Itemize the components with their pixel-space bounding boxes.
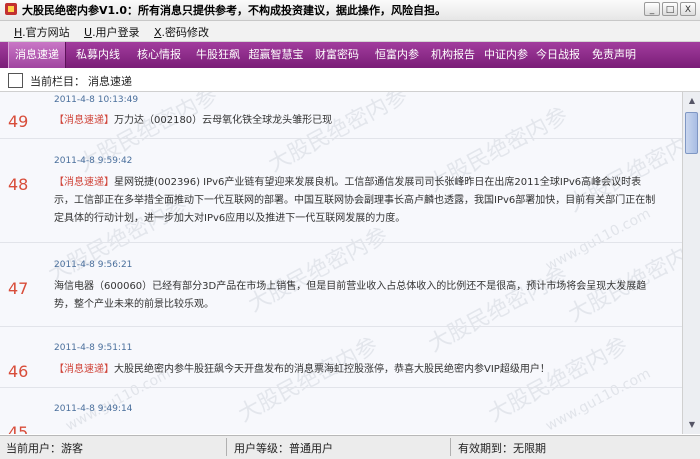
location-value: 消息速递 — [88, 75, 132, 88]
nav-tab-institution-report[interactable]: 机构报告 — [426, 42, 480, 68]
news-date: 2011-4-8 10:13:49 — [54, 95, 139, 105]
window-title: 大股民绝密内参V1.0：所有消息只提供参考，不构成投资建议，据此操作，风险自担。 — [22, 4, 446, 17]
news-text: 星网锐捷(002396) IPv6产业链有望迎来发展良机。工信部通信发展司司长张… — [54, 177, 656, 224]
expiry-value: 无限期 — [513, 442, 546, 455]
nav-tab-private-fund[interactable]: 私募内线 — [70, 42, 126, 68]
news-date: 2011-4-8 9:56:21 — [54, 260, 133, 270]
minimize-button[interactable]: _ — [644, 2, 660, 16]
news-body: 海信电器（600060）已经有部分3D产品在市场上销售，但是目前营业收入占总体收… — [54, 278, 660, 314]
menu-label: .用户登录 — [92, 26, 140, 39]
location-label: 当前栏目： — [30, 75, 85, 88]
news-number: 47 — [8, 279, 29, 298]
user-level-label: 用户等级： — [234, 442, 289, 455]
news-date: 2011-4-8 9:51:11 — [54, 343, 133, 353]
news-number: 45 — [8, 423, 29, 434]
news-body: 【消息速递】大股民绝密内参牛股狂飙今天开盘发布的消息票海虹控股涨停，恭喜大股民绝… — [54, 361, 660, 379]
news-tag: 【消息速递】 — [54, 364, 114, 375]
separator — [0, 326, 682, 327]
current-user-value: 游客 — [61, 442, 83, 455]
app-icon — [5, 3, 17, 15]
nav-tab-core-intel[interactable]: 核心情报 — [130, 42, 188, 68]
status-divider — [226, 438, 227, 456]
separator — [0, 138, 682, 139]
news-date: 2011-4-8 9:59:42 — [54, 156, 133, 166]
news-text: 大股民绝密内参牛股狂飙今天开盘发布的消息票海虹控股涨停，恭喜大股民绝密内参VIP… — [114, 364, 550, 375]
separator — [0, 387, 682, 388]
nav-tab-bull-stocks[interactable]: 牛股狂飙 — [190, 42, 246, 68]
news-number: 49 — [8, 112, 29, 131]
vertical-scrollbar[interactable]: ▲ ▼ — [682, 92, 700, 434]
menu-official-site[interactable]: H.官方网站 — [14, 24, 70, 40]
news-text: 万力达（002180）云母氧化铁全球龙头雏形已现 — [114, 115, 333, 126]
menu-change-password[interactable]: X.密码修改 — [154, 24, 209, 40]
nav-tab-wealth-code[interactable]: 财富密码 — [310, 42, 364, 68]
expiry-date: 有效期到：无限期 — [458, 440, 546, 456]
nav-tab-news-express[interactable]: 消息速递 — [8, 42, 66, 68]
nav-bar: 消息速递 私募内线 核心情报 牛股狂飙 超赢智慧宝 财富密码 恒富内参 机构报告… — [0, 42, 700, 68]
separator — [0, 242, 682, 243]
expiry-label: 有效期到： — [458, 442, 513, 455]
menu-label: .官方网站 — [22, 26, 70, 39]
menu-key: U — [84, 26, 93, 39]
news-number: 46 — [8, 362, 29, 381]
nav-tab-daily-report[interactable]: 今日战报 — [530, 42, 586, 68]
scroll-thumb[interactable] — [685, 112, 698, 154]
news-body: 【消息速递】星网锐捷(002396) IPv6产业链有望迎来发展良机。工信部通信… — [54, 174, 660, 228]
scroll-up-arrow-icon[interactable]: ▲ — [685, 94, 699, 108]
nav-tab-hengfu[interactable]: 恒富内参 — [370, 42, 424, 68]
title-bar: 大股民绝密内参V1.0：所有消息只提供参考，不构成投资建议，据此操作，风险自担。… — [0, 0, 700, 21]
current-user-label: 当前用户： — [6, 442, 61, 455]
close-button[interactable]: X — [680, 2, 696, 16]
nav-tab-super-wisdom[interactable]: 超赢智慧宝 — [246, 42, 306, 68]
menu-key: X — [154, 26, 162, 39]
news-list: 大股民绝密内参 大股民绝密内参 大股民绝密内参 大股民绝密内参 大股民绝密内参 … — [0, 92, 682, 434]
menu-label: .密码修改 — [161, 26, 210, 39]
column-checkbox[interactable] — [8, 73, 23, 88]
user-level: 用户等级：普通用户 — [234, 440, 333, 456]
watermark-text: 大股民绝密内参 — [264, 92, 413, 178]
status-divider — [450, 438, 451, 456]
location-bar: 当前栏目： 消息速递 — [0, 69, 700, 92]
news-tag: 【消息速递】 — [54, 177, 114, 188]
news-date: 2011-4-8 9:49:14 — [54, 404, 133, 414]
menu-key: H — [14, 26, 23, 39]
nav-tab-csi-reference[interactable]: 中证内参 — [478, 42, 534, 68]
scroll-down-arrow-icon[interactable]: ▼ — [685, 418, 699, 432]
news-tag: 【消息速递】 — [54, 115, 114, 126]
news-body: 【消息速递】万力达（002180）云母氧化铁全球龙头雏形已现 — [54, 112, 660, 130]
news-number: 48 — [8, 175, 29, 194]
user-level-value: 普通用户 — [289, 442, 333, 455]
status-bar: 当前用户：游客 用户等级：普通用户 有效期到：无限期 — [0, 435, 700, 459]
maximize-button[interactable]: □ — [662, 2, 678, 16]
menu-user-login[interactable]: U.用户登录 — [84, 24, 140, 40]
menu-bar: H.官方网站 U.用户登录 X.密码修改 — [0, 21, 700, 42]
current-user: 当前用户：游客 — [6, 440, 83, 456]
nav-tab-disclaimer[interactable]: 免责声明 — [586, 42, 642, 68]
news-text: 海信电器（600060）已经有部分3D产品在市场上销售，但是目前营业收入占总体收… — [54, 281, 647, 310]
